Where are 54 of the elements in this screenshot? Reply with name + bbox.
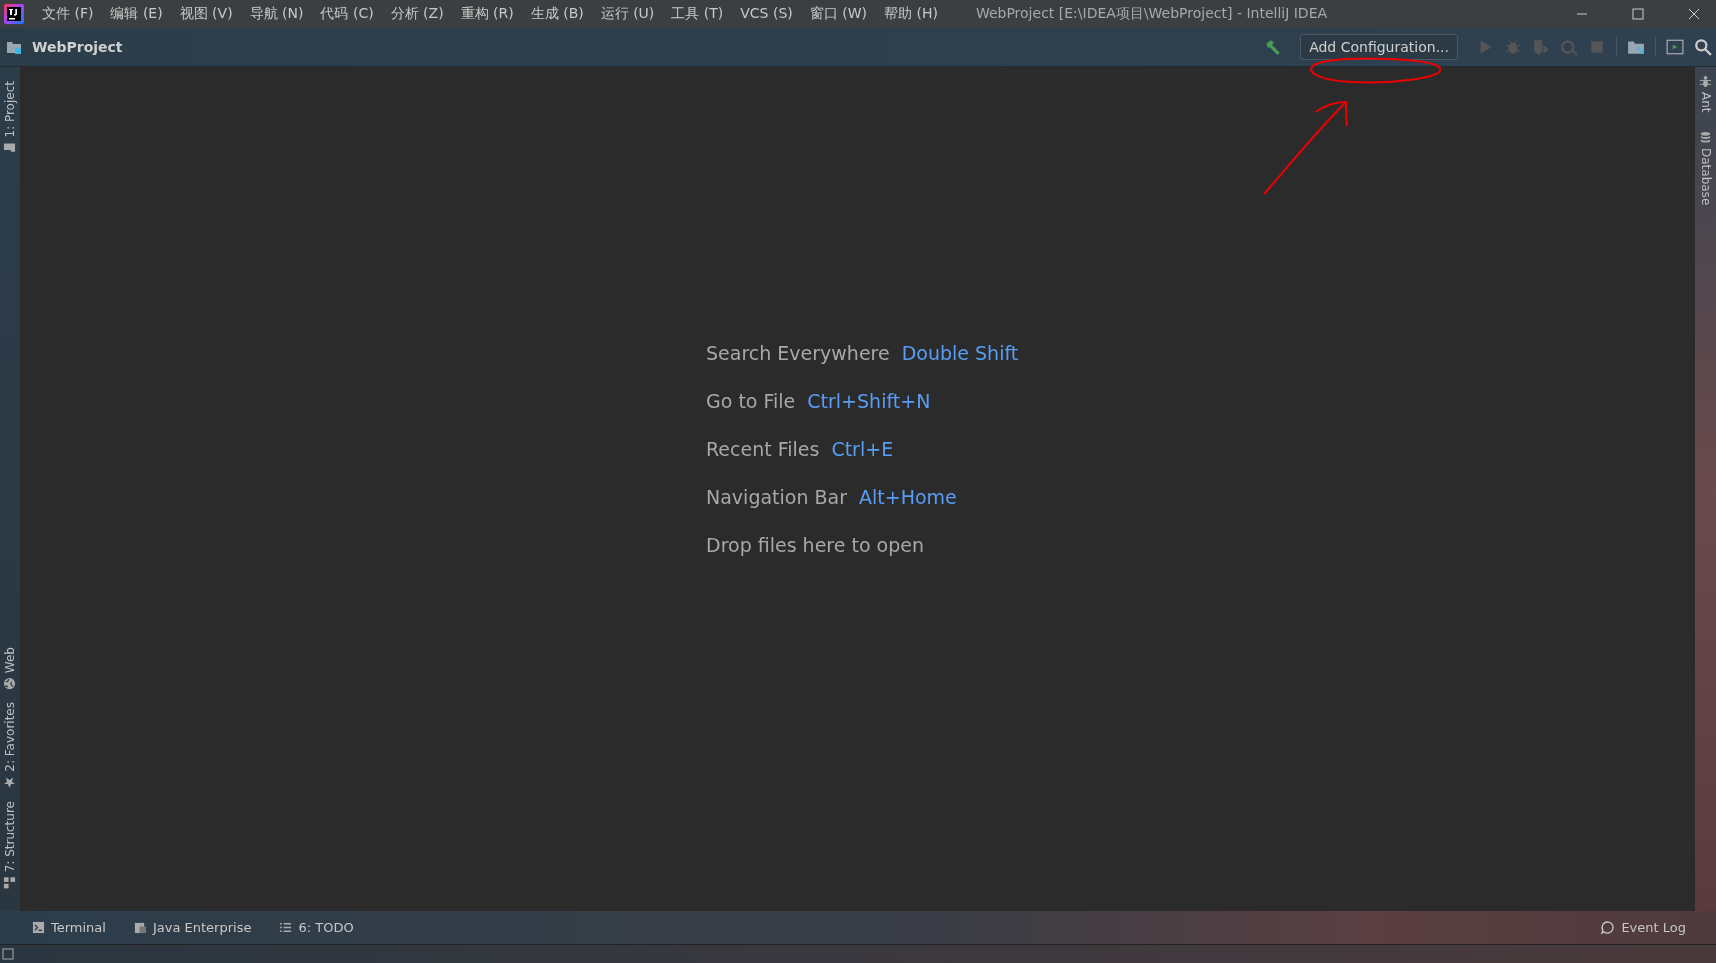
menu-item[interactable]: 导航 (N) — [249, 5, 304, 23]
balloon-icon — [1600, 920, 1616, 935]
tip-action: Recent Files — [706, 438, 820, 460]
folder-icon — [6, 39, 22, 55]
tool-window-tab[interactable]: Database — [1698, 130, 1713, 205]
tip-action: Go to File — [706, 390, 796, 412]
tool-window-tab[interactable]: Ant — [1698, 75, 1713, 113]
menu-item[interactable]: 分析 (Z) — [390, 5, 444, 23]
menu-item[interactable]: 生成 (B) — [530, 5, 584, 23]
menu-item[interactable]: 工具 (T) — [671, 5, 724, 23]
tool-window-tab[interactable]: 2: Favorites — [3, 701, 17, 789]
event-log-button[interactable]: Event Log — [1600, 920, 1686, 935]
enterprise-icon — [133, 921, 147, 934]
tool-window-tab[interactable]: Java Enterprise — [133, 920, 252, 935]
shortcut-text: Ctrl+E — [831, 438, 894, 460]
project-name[interactable]: WebProject — [32, 39, 123, 55]
menu-item[interactable]: 编辑 (E) — [110, 5, 163, 23]
globe-icon — [3, 676, 17, 690]
tip-action: Navigation Bar — [706, 486, 847, 508]
menu-item[interactable]: VCS (S) — [740, 5, 793, 23]
menu-item[interactable]: 重构 (R) — [460, 5, 514, 23]
structure-icon — [3, 876, 17, 889]
tool-window-tab[interactable]: Web — [3, 646, 17, 690]
list-icon — [279, 921, 293, 934]
close-icon[interactable] — [1688, 8, 1700, 20]
hammer-icon[interactable] — [1264, 38, 1283, 56]
search-icon[interactable] — [1694, 38, 1712, 56]
project-structure-icon[interactable] — [1627, 38, 1645, 56]
tool-window-tab[interactable]: 1: Project — [3, 81, 17, 155]
shortcut-text: Alt+Home — [859, 486, 957, 508]
menu-item[interactable]: 文件 (F) — [42, 5, 94, 23]
tool-window-tab[interactable]: 6: TODO — [279, 920, 354, 935]
add-configuration-button[interactable]: Add Configuration... — [1300, 34, 1458, 60]
menu-item[interactable]: 帮助 (H) — [884, 5, 938, 23]
drop-files-hint: Drop files here to open — [706, 534, 924, 556]
app-logo-icon — [4, 4, 24, 24]
maximize-icon[interactable] — [1632, 8, 1644, 20]
menu-item[interactable]: 代码 (C) — [320, 5, 374, 23]
tool-window-tab[interactable]: 7: Structure — [3, 800, 17, 889]
tool-window-tab[interactable]: Terminal — [32, 920, 106, 935]
star-icon — [3, 775, 17, 789]
window-title: WebProject [E:\IDEA项目\WebProject] - IntelliJ IDEA — [975, 5, 1328, 23]
menu-item[interactable]: 视图 (V) — [179, 5, 233, 23]
database-icon — [1699, 130, 1712, 144]
terminal-icon — [32, 921, 45, 934]
folder-icon — [3, 141, 17, 155]
run-anything-icon[interactable] — [1666, 38, 1684, 56]
ant-icon — [1699, 75, 1712, 88]
tool-windows-toggle-icon[interactable] — [2, 948, 14, 960]
shortcut-text: Double Shift — [901, 342, 1019, 364]
menu-item[interactable]: 运行 (U) — [600, 5, 655, 23]
menu-item[interactable]: 窗口 (W) — [809, 5, 867, 23]
shortcut-text: Ctrl+Shift+N — [807, 390, 931, 412]
tip-action: Search Everywhere — [706, 342, 890, 364]
